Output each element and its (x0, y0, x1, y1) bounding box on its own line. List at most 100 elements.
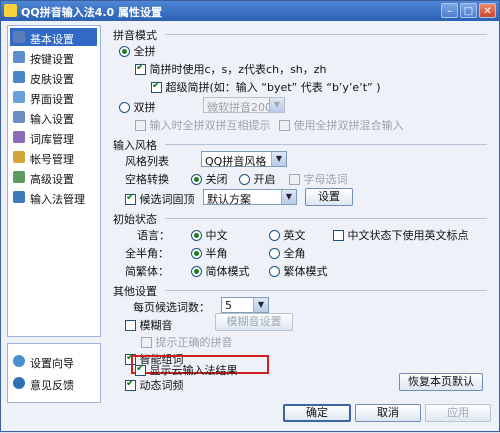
setup-wizard-link[interactable]: 设置向导 (10, 352, 97, 370)
ok-button[interactable]: 确定 (283, 404, 351, 422)
language-label: 语言： (137, 229, 170, 242)
half-width-option[interactable]: 半角 (191, 245, 228, 261)
sidebar-item-account[interactable]: 帐号管理 (10, 148, 97, 166)
wrench-icon (13, 31, 25, 43)
fuzzy-checkbox[interactable] (125, 320, 136, 331)
double-pinyin-option[interactable]: 双拼 (119, 99, 156, 115)
candidate-scheme-select[interactable]: 默认方案 ▼ (203, 189, 297, 206)
double-mix-checkbox[interactable] (279, 120, 290, 131)
cn-english-punct-checkbox[interactable] (333, 230, 344, 241)
feedback-link[interactable]: 意见反馈 (10, 374, 97, 392)
advanced-icon (13, 171, 25, 183)
sidebar-item-dictionary[interactable]: 词库管理 (10, 128, 97, 146)
super-simplified-option[interactable]: 超级简拼(如：输入 “byet” 代表 “b’y’e’t” ) (151, 79, 381, 95)
shirt-icon (13, 71, 25, 83)
fuzzy-settings-button[interactable]: 模糊音设置 (215, 313, 293, 331)
sidebar-item-skin[interactable]: 皮肤设置 (10, 68, 97, 86)
style-list-label: 风格列表 (125, 155, 169, 168)
settings-window: QQ拼音输入法4.0 属性设置 – □ ✕ 基本设置 按键设置 皮肤设置 界面设… (0, 0, 500, 432)
cloud-result-option[interactable]: 显示云输入法结果 (135, 362, 238, 378)
simplified-mode-radio[interactable] (191, 266, 202, 277)
traditional-mode-option[interactable]: 繁体模式 (269, 263, 328, 279)
candidate-settings-button[interactable]: 设置 (305, 188, 353, 206)
candidate-pin-option[interactable]: 候选词固顶 (125, 191, 195, 207)
space-on-option[interactable]: 开启 (239, 171, 276, 187)
sidebar-item-input[interactable]: 输入设置 (10, 108, 97, 126)
section-title-other: 其他设置 (113, 285, 157, 298)
apply-button[interactable]: 应用 (425, 404, 491, 422)
cn-english-punct-option[interactable]: 中文状态下使用英文标点 (333, 227, 469, 243)
maximize-icon[interactable]: □ (460, 3, 477, 18)
input-icon (13, 111, 25, 123)
account-icon (13, 151, 25, 163)
dynamic-frequency-option[interactable]: 动态词频 (125, 377, 184, 393)
full-pinyin-option[interactable]: 全拼 (119, 43, 156, 59)
simplified-pinyin-option[interactable]: 简拼时使用c，s，z代表ch，sh，zh (135, 61, 327, 77)
candidate-pin-checkbox[interactable] (125, 192, 136, 205)
title-bar[interactable]: QQ拼音输入法4.0 属性设置 – □ ✕ (1, 1, 499, 21)
full-width-radio[interactable] (269, 248, 280, 259)
per-page-select[interactable]: 5 ▼ (221, 297, 269, 313)
sidebar-item-basic[interactable]: 基本设置 (10, 28, 97, 46)
double-pinyin-radio[interactable] (119, 102, 130, 113)
style-list-select[interactable]: QQ拼音风格 ▼ (201, 151, 287, 168)
cloud-result-checkbox[interactable] (135, 363, 146, 376)
correct-hint-checkbox[interactable] (141, 337, 152, 348)
traditional-mode-radio[interactable] (269, 266, 280, 277)
wizard-icon (13, 355, 25, 367)
space-off-radio[interactable] (191, 174, 202, 185)
full-pinyin-radio[interactable] (119, 46, 130, 57)
dynamic-frequency-checkbox[interactable] (125, 378, 136, 391)
simplified-mode-option[interactable]: 简体模式 (191, 263, 250, 279)
sidebar: 基本设置 按键设置 皮肤设置 界面设置 输入设置 词库管理 帐号管理 高级设置 (7, 25, 101, 337)
section-title-pinyin: 拼音模式 (113, 29, 157, 42)
book-icon (13, 131, 25, 143)
window-icon (13, 91, 25, 103)
simplified-pinyin-checkbox[interactable] (135, 62, 146, 75)
sidebar-item-keys[interactable]: 按键设置 (10, 48, 97, 66)
space-on-radio[interactable] (239, 174, 250, 185)
per-page-label: 每页候选词数： (133, 301, 210, 314)
full-width-option[interactable]: 全角 (269, 245, 306, 261)
fuzzy-option[interactable]: 模糊音 (125, 317, 173, 333)
section-divider (165, 144, 487, 145)
section-title-style: 输入风格 (113, 139, 157, 152)
section-divider (165, 218, 487, 219)
chevron-down-icon: ▼ (269, 98, 284, 112)
half-width-radio[interactable] (191, 248, 202, 259)
width-label: 全半角： (125, 247, 169, 260)
lang-chinese-option[interactable]: 中文 (191, 227, 228, 243)
feedback-icon (13, 377, 25, 389)
cancel-button[interactable]: 取消 (355, 404, 421, 422)
section-divider (165, 34, 487, 35)
double-mix-option[interactable]: 使用全拼双拼混合输入 (279, 117, 404, 133)
space-off-option[interactable]: 关闭 (191, 171, 228, 187)
footer: 确定 取消 应用 (1, 397, 500, 433)
letter-select-option[interactable]: 字母选词 (289, 171, 348, 187)
chevron-down-icon: ▼ (271, 152, 286, 166)
minimize-icon[interactable]: – (441, 3, 458, 18)
double-scheme-select[interactable]: 微软拼音2003 ▼ (203, 97, 285, 114)
section-title-initial: 初始状态 (113, 213, 157, 226)
lang-chinese-radio[interactable] (191, 230, 202, 241)
script-label: 简繁体： (125, 265, 169, 278)
double-hint-checkbox[interactable] (135, 120, 146, 131)
sidebar-item-ui[interactable]: 界面设置 (10, 88, 97, 106)
restore-defaults-button[interactable]: 恢复本页默认 (399, 373, 483, 391)
lang-english-radio[interactable] (269, 230, 280, 241)
chevron-down-icon: ▼ (281, 190, 296, 204)
sidebar-bottom: 设置向导 意见反馈 (7, 343, 101, 403)
sidebar-item-manage[interactable]: 输入法管理 (10, 188, 97, 206)
close-icon[interactable]: ✕ (479, 3, 496, 18)
window-title: QQ拼音输入法4.0 属性设置 (21, 6, 163, 19)
sidebar-item-advanced[interactable]: 高级设置 (10, 168, 97, 186)
super-simplified-checkbox[interactable] (151, 80, 162, 93)
lang-english-option[interactable]: 英文 (269, 227, 306, 243)
app-icon (4, 4, 17, 17)
double-hint-option[interactable]: 输入时全拼双拼互相提示 (135, 117, 271, 133)
section-divider (165, 290, 487, 291)
correct-hint-option[interactable]: 提示正确的拼音 (141, 334, 233, 350)
space-convert-label: 空格转换 (125, 173, 169, 186)
letter-select-checkbox[interactable] (289, 174, 300, 185)
keyboard-icon (13, 51, 25, 63)
